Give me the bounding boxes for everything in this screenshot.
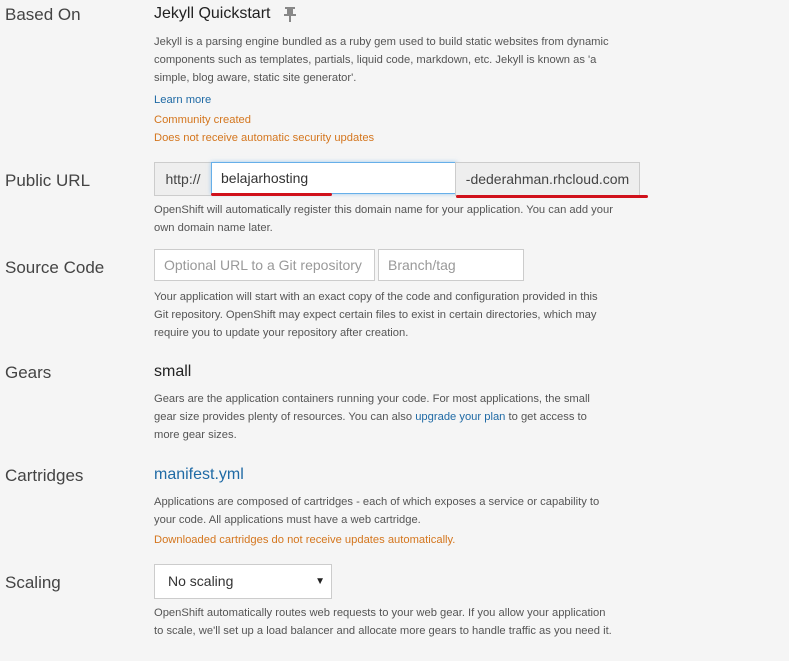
cartridges-warning: Downloaded cartridges do not receive upd… bbox=[154, 534, 456, 546]
source-code-help: Your application will start with an exac… bbox=[154, 291, 598, 339]
source-code-label: Source Code bbox=[5, 258, 105, 277]
learn-more-link[interactable]: Learn more bbox=[154, 91, 211, 109]
red-underline-annotation bbox=[456, 195, 648, 198]
scaling-help: OpenShift automatically routes web reque… bbox=[154, 607, 612, 637]
scaling-label: Scaling bbox=[5, 573, 61, 592]
git-url-input[interactable] bbox=[154, 249, 375, 281]
red-underline-annotation bbox=[211, 193, 332, 196]
gears-help: Gears are the application containers run… bbox=[154, 390, 614, 444]
scaling-select[interactable]: No scaling ▼ bbox=[154, 564, 332, 599]
branch-input[interactable] bbox=[378, 249, 524, 281]
community-created-note: Community created bbox=[154, 114, 251, 126]
manifest-link[interactable]: manifest.yml bbox=[154, 466, 244, 484]
cartridges-label: Cartridges bbox=[5, 466, 84, 485]
quickstart-description: Jekyll is a parsing engine bundled as a … bbox=[154, 36, 609, 84]
url-prefix: http:// bbox=[154, 162, 211, 196]
app-name-input[interactable] bbox=[211, 162, 457, 194]
url-suffix: -dederahman.rhcloud.com bbox=[455, 162, 640, 196]
security-updates-note: Does not receive automatic security upda… bbox=[154, 132, 375, 144]
pin-icon[interactable] bbox=[283, 6, 297, 22]
based-on-label: Based On bbox=[5, 5, 81, 24]
gears-label: Gears bbox=[5, 363, 52, 382]
caret-down-icon: ▼ bbox=[315, 576, 325, 587]
upgrade-plan-link[interactable]: upgrade your plan bbox=[415, 411, 505, 423]
quickstart-title: Jekyll Quickstart bbox=[154, 5, 271, 22]
scaling-selected-value: No scaling bbox=[168, 573, 234, 589]
public-url-label: Public URL bbox=[5, 171, 91, 190]
gear-size-value: small bbox=[154, 363, 192, 380]
public-url-help: OpenShift will automatically register th… bbox=[154, 204, 613, 234]
cartridges-help: Applications are composed of cartridges … bbox=[154, 496, 600, 526]
